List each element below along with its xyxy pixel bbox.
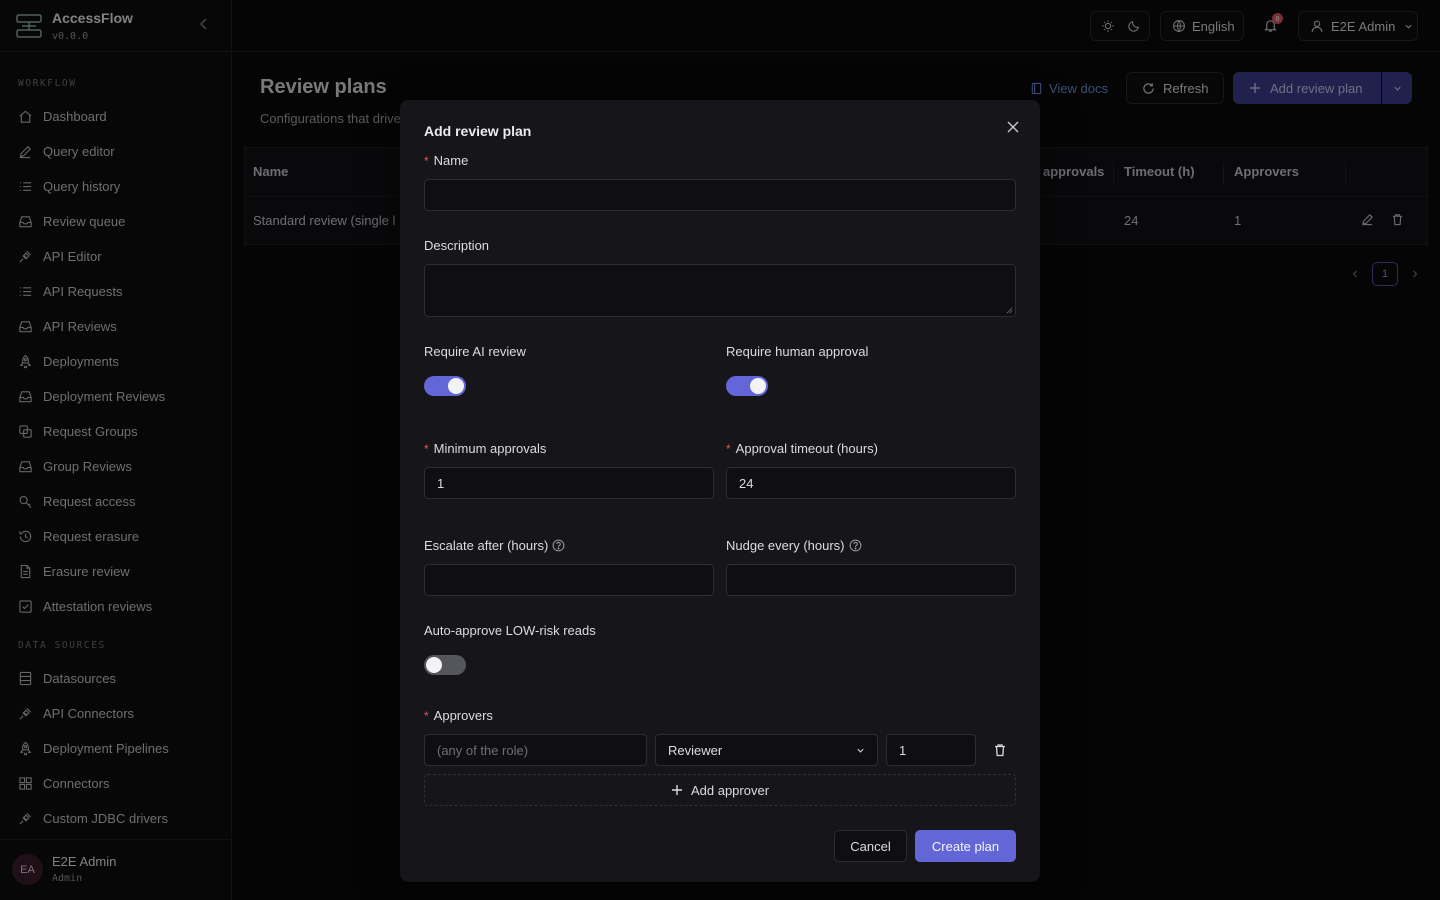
cancel-button[interactable]: Cancel: [834, 830, 907, 862]
help-icon[interactable]: [552, 539, 565, 552]
toggle-knob: [448, 378, 464, 394]
nudge-label-text: Nudge every (hours): [726, 538, 845, 553]
ai-review-toggle[interactable]: [424, 376, 466, 396]
min-approvals-label: * Minimum approvals: [424, 441, 546, 456]
min-approvals-label-text: Minimum approvals: [433, 441, 547, 456]
required-marker: *: [726, 441, 731, 456]
help-icon[interactable]: [849, 539, 862, 552]
add-approver-label: Add approver: [690, 782, 770, 798]
approver-role-value: Reviewer: [668, 742, 723, 758]
required-marker: *: [424, 441, 429, 456]
escalate-input[interactable]: [424, 564, 714, 596]
human-approval-toggle[interactable]: [726, 376, 768, 396]
min-approvals-input[interactable]: 1: [424, 467, 714, 499]
ai-review-label: Require AI review: [424, 344, 526, 359]
trash-icon[interactable]: [993, 743, 1007, 757]
auto-approve-toggle[interactable]: [424, 655, 466, 675]
create-plan-button[interactable]: Create plan: [915, 830, 1016, 862]
resize-handle-icon[interactable]: [1006, 307, 1013, 314]
escalate-label-text: Escalate after (hours): [424, 538, 549, 553]
timeout-input[interactable]: 24: [726, 467, 1016, 499]
approvers-label: * Approvers: [424, 708, 493, 723]
add-approver-button[interactable]: Add approver: [424, 774, 1016, 806]
human-approval-label: Require human approval: [726, 344, 869, 359]
close-icon[interactable]: [1005, 119, 1021, 135]
chevron-down-icon: [857, 748, 864, 753]
required-marker: *: [424, 708, 429, 723]
approver-count-input[interactable]: 1: [886, 734, 976, 766]
add-review-plan-modal: Add review plan * Name Description Requi…: [400, 100, 1040, 882]
name-label: * Name: [424, 153, 468, 168]
approver-role-select[interactable]: Reviewer: [655, 734, 878, 766]
plus-icon: [671, 785, 682, 795]
toggle-knob: [750, 378, 766, 394]
approver-user-input[interactable]: (any of the role): [424, 734, 647, 766]
escalate-label: Escalate after (hours): [424, 538, 565, 553]
nudge-label: Nudge every (hours): [726, 538, 862, 553]
nudge-input[interactable]: [726, 564, 1016, 596]
required-marker: *: [424, 153, 429, 168]
description-label: Description: [424, 238, 490, 253]
timeout-label: * Approval timeout (hours): [726, 441, 878, 456]
name-input[interactable]: [424, 179, 1016, 211]
name-label-text: Name: [433, 153, 469, 168]
auto-approve-label: Auto-approve LOW-risk reads: [424, 623, 596, 638]
description-textarea[interactable]: [424, 264, 1016, 317]
approvers-label-text: Approvers: [433, 708, 493, 723]
modal-title: Add review plan: [424, 123, 532, 139]
toggle-knob: [426, 657, 442, 673]
timeout-label-text: Approval timeout (hours): [735, 441, 879, 456]
